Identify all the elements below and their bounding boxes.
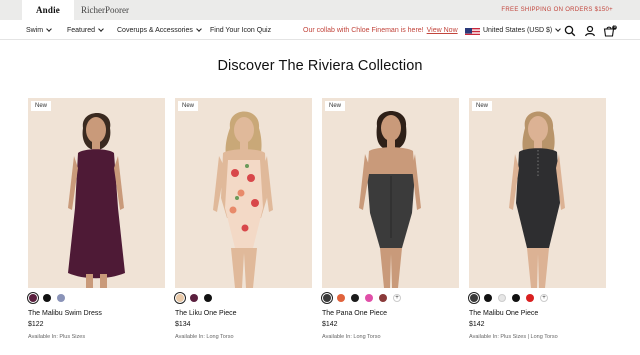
color-swatches: + <box>468 292 554 304</box>
brand-tab-andie[interactable]: Andie <box>22 0 74 20</box>
product-photo[interactable]: New <box>175 98 312 288</box>
product-name[interactable]: The Liku One Piece <box>175 310 236 317</box>
collab-text: Our collab with Chloe Fineman is here! <box>303 26 424 34</box>
color-swatch[interactable] <box>379 294 387 302</box>
chevron-down-icon <box>46 25 52 32</box>
new-badge: New <box>472 101 493 111</box>
chevron-down-icon <box>555 25 562 32</box>
country-label: United States (USD $) <box>483 26 553 34</box>
nav-item-swim[interactable]: Swim <box>26 20 52 40</box>
account-icon[interactable] <box>584 24 596 37</box>
nav-item-coverups[interactable]: Coverups & Accessories <box>117 20 202 40</box>
main-nav: Swim Featured Coverups & Accessories Fin… <box>0 20 640 40</box>
color-swatch[interactable] <box>498 294 506 302</box>
availability-text: Available In: Plus Sizes <box>28 334 86 340</box>
color-swatches <box>27 292 71 304</box>
new-badge: New <box>31 101 52 111</box>
product-photo[interactable]: New <box>28 98 165 288</box>
color-swatch[interactable] <box>174 292 186 304</box>
color-swatch[interactable] <box>204 294 212 302</box>
new-badge: New <box>325 101 346 111</box>
brand-tab-richerpoorer[interactable]: RicherPoorer <box>76 0 134 20</box>
color-swatches <box>174 292 218 304</box>
country-selector[interactable]: United States (USD $) <box>483 20 562 40</box>
product-photo[interactable]: New <box>322 98 459 288</box>
product-photo[interactable]: New <box>469 98 606 288</box>
page-title: Discover The Riviera Collection <box>217 58 423 74</box>
nav-item-featured[interactable]: Featured <box>67 20 104 40</box>
product-name[interactable]: The Malibu One Piece <box>469 310 538 317</box>
search-icon[interactable] <box>564 24 576 37</box>
availability-text: Available In: Long Torso <box>322 334 381 340</box>
nav-item-quiz[interactable]: Find Your Icon Quiz <box>210 20 271 40</box>
color-swatch[interactable] <box>468 292 480 304</box>
color-swatch[interactable] <box>512 294 520 302</box>
color-swatch[interactable] <box>365 294 373 302</box>
chevron-down-icon <box>196 25 202 32</box>
cart-count-badge: 0 <box>613 24 616 29</box>
color-swatch[interactable] <box>57 294 65 302</box>
color-swatch[interactable] <box>190 294 198 302</box>
promo-bar: Andie RicherPoorer FREE SHIPPING ON ORDE… <box>0 0 640 20</box>
new-badge: New <box>178 101 199 111</box>
color-swatch[interactable] <box>321 292 333 304</box>
nav-item-label: Coverups & Accessories <box>117 26 193 34</box>
color-swatch[interactable] <box>484 294 492 302</box>
free-shipping-text: FREE SHIPPING ON ORDERS $150+ <box>501 7 613 13</box>
product-price: $122 <box>28 321 44 328</box>
nav-item-label: Featured <box>67 26 96 34</box>
us-flag-icon[interactable] <box>465 25 480 35</box>
product-price: $134 <box>175 321 191 328</box>
cart-icon[interactable]: 0 <box>603 24 617 37</box>
product-name[interactable]: The Pana One Piece <box>322 310 387 317</box>
availability-text: Available In: Long Torso <box>175 334 234 340</box>
color-swatch[interactable] <box>43 294 51 302</box>
product-price: $142 <box>322 321 338 328</box>
color-swatch[interactable] <box>337 294 345 302</box>
nav-item-label: Swim <box>26 26 44 34</box>
product-name[interactable]: The Malibu Swim Dress <box>28 310 102 317</box>
chevron-down-icon <box>98 25 104 32</box>
view-now-link[interactable]: View Now <box>427 27 458 34</box>
collab-announcement: Our collab with Chloe Fineman is here! V… <box>303 20 458 40</box>
color-swatch[interactable] <box>351 294 359 302</box>
product-price: $142 <box>469 321 485 328</box>
more-colors-button[interactable]: + <box>540 294 548 302</box>
color-swatch[interactable] <box>526 294 534 302</box>
availability-text: Available In: Plus Sizes | Long Torso <box>469 334 558 340</box>
color-swatch[interactable] <box>27 292 39 304</box>
color-swatches: + <box>321 292 407 304</box>
more-colors-button[interactable]: + <box>393 294 401 302</box>
nav-item-label: Find Your Icon Quiz <box>210 26 272 34</box>
